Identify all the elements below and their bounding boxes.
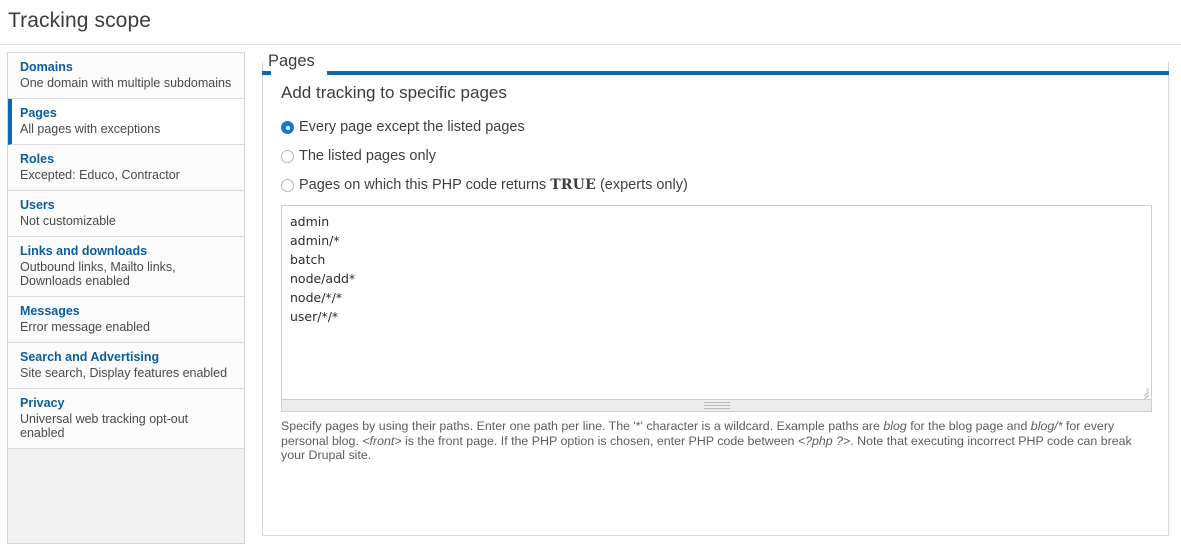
textarea-grippie-handle[interactable] — [281, 400, 1152, 412]
sidebar-item-title: Roles — [20, 152, 55, 166]
radio-option-php-code[interactable]: Pages on which this PHP code returns TRU… — [281, 176, 1152, 194]
panel-body: Add tracking to specific pages Every pag… — [263, 71, 1168, 477]
sidebar-item-title: Domains — [20, 60, 73, 74]
legend-accent-rule — [326, 71, 1169, 75]
sidebar-item-users[interactable]: Users Not customizable — [8, 191, 244, 237]
php-true-keyword: TRUE — [550, 177, 596, 193]
sidebar-item-title: Search and Advertising — [20, 350, 160, 364]
sidebar-item-title: Privacy — [20, 396, 65, 410]
radio-label-listed-pages-only[interactable]: The listed pages only — [294, 147, 436, 165]
pages-fieldset: Pages Add tracking to specific pages Eve… — [262, 52, 1169, 536]
sidebar-item-title: Messages — [20, 304, 80, 318]
main-layout: Domains One domain with multiple subdomai… — [0, 45, 1181, 544]
description-part-4: is the front page. If the PHP option is … — [401, 433, 798, 448]
page-title: Tracking scope — [8, 8, 152, 32]
radio-label-php-code[interactable]: Pages on which this PHP code returns TRU… — [294, 176, 688, 194]
pages-textarea-container[interactable] — [281, 205, 1152, 400]
sidebar-item-summary: Site search, Display features enabled — [20, 366, 228, 380]
sidebar-item-title: Links and downloads — [20, 244, 148, 258]
vertical-tabs-sidebar: Domains One domain with multiple subdomai… — [7, 52, 245, 544]
panel-container: Pages Add tracking to specific pages Eve… — [262, 52, 1181, 536]
radio-label-php-code-prefix: Pages on which this PHP code returns — [299, 177, 551, 193]
radio-option-listed-pages-only[interactable]: The listed pages only — [281, 147, 1152, 165]
sidebar-item-summary: Outbound links, Mailto links, Downloads … — [20, 260, 176, 288]
radio-option-every-page-except[interactable]: Every page except the listed pages — [281, 118, 1152, 136]
sidebar-item-pages[interactable]: Pages All pages with exceptions — [8, 99, 244, 145]
sidebar-item-summary: Not customizable — [20, 214, 116, 228]
section-heading: Add tracking to specific pages — [281, 83, 507, 102]
sidebar-item-summary: Universal web tracking opt-out enabled — [20, 412, 189, 440]
description-part-1: Specify pages by using their paths. Ente… — [281, 419, 884, 433]
sidebar-item-title: Pages — [20, 106, 57, 120]
sidebar-item-summary: One domain with multiple subdomains — [20, 76, 232, 90]
sidebar-item-summary: All pages with exceptions — [20, 122, 161, 136]
sidebar-item-summary: Error message enabled — [20, 320, 150, 334]
radio-icon-php-code[interactable] — [281, 179, 294, 192]
sidebar-item-summary: Excepted: Educo, Contractor — [20, 168, 180, 182]
sidebar-item-search-and-advertising[interactable]: Search and Advertising Site search, Displ… — [8, 343, 244, 389]
grippie-lines-icon — [703, 400, 730, 411]
pages-textarea[interactable] — [290, 212, 1143, 393]
pages-field-description: Specify pages by using their paths. Ente… — [281, 419, 1143, 463]
sidebar-item-messages[interactable]: Messages Error message enabled — [8, 297, 244, 343]
description-part-2: for the blog page and — [906, 419, 1031, 433]
radio-label-php-code-suffix: (experts only) — [595, 177, 688, 193]
description-em-blog-wildcard: blog/* — [1030, 419, 1063, 433]
radio-label-every-page-except[interactable]: Every page except the listed pages — [294, 118, 525, 136]
sidebar-item-privacy[interactable]: Privacy Universal web tracking opt-out en… — [8, 389, 244, 449]
fieldset-legend: Pages — [268, 52, 315, 70]
sidebar-item-roles[interactable]: Roles Excepted: Educo, Contractor — [8, 145, 244, 191]
radio-icon-every-page-except[interactable] — [281, 121, 294, 134]
sidebar-item-domains[interactable]: Domains One domain with multiple subdomai… — [8, 53, 244, 99]
sidebar-item-links-and-downloads[interactable]: Links and downloads Outbound links, Mailt… — [8, 237, 244, 297]
page-header: Tracking scope — [0, 0, 1181, 45]
description-em-front: <front> — [362, 433, 402, 448]
sidebar-item-title: Users — [20, 198, 55, 212]
description-em-blog: blog — [883, 419, 907, 433]
description-em-php-tag: <?php ?> — [797, 433, 851, 448]
radio-icon-listed-pages-only[interactable] — [281, 150, 294, 163]
